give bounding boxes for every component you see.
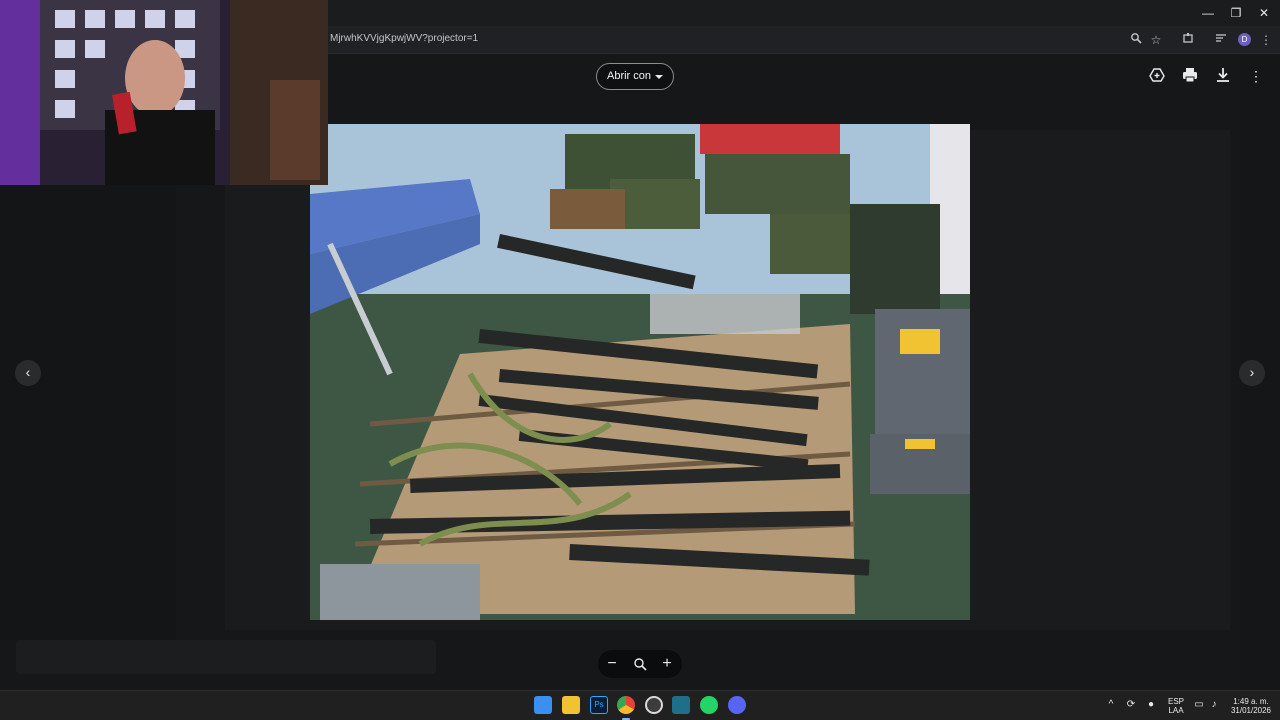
open-with-button[interactable]: Abrir con <box>596 63 674 90</box>
clock-date: 31/01/2026 <box>1230 706 1272 715</box>
zoom-out-button[interactable]: − <box>602 654 622 674</box>
photoshop-icon[interactable]: Ps <box>590 696 608 714</box>
webcam-overlay <box>0 0 328 185</box>
snackbar <box>16 640 436 674</box>
language-code: ESP <box>1167 697 1184 706</box>
discord-icon[interactable] <box>728 696 746 714</box>
zoom-controls: − + <box>598 650 682 678</box>
clock[interactable]: 1:49 a. m. 31/01/2026 <box>1224 697 1278 715</box>
print-icon[interactable] <box>1181 67 1199 85</box>
display-icon[interactable]: ▭ <box>1193 699 1205 711</box>
add-to-drive-icon[interactable] <box>1148 67 1166 85</box>
chrome-icon[interactable] <box>617 696 635 714</box>
volume-icon[interactable]: ♪ <box>1208 699 1220 711</box>
minimize-button[interactable]: — <box>1198 4 1218 22</box>
whatsapp-icon[interactable] <box>700 696 718 714</box>
app-icon[interactable] <box>672 696 690 714</box>
sync-icon[interactable]: ⟳ <box>1125 699 1137 711</box>
zoom-reset-button[interactable] <box>630 654 650 674</box>
open-with-label: Abrir con <box>607 70 652 82</box>
file-explorer-icon[interactable] <box>562 696 580 714</box>
star-icon[interactable]: ☆ <box>1148 32 1164 48</box>
previous-image-button[interactable]: ‹ <box>15 360 41 386</box>
zoom-in-button[interactable]: + <box>657 654 677 674</box>
taskbar: Ps ^ ⟳ ● ESP LAA ▭ ♪ 1:49 a. m. 31/01/20… <box>0 690 1280 720</box>
zoom-icon[interactable] <box>1128 32 1144 48</box>
start-icon[interactable] <box>534 696 552 714</box>
obs-icon[interactable] <box>645 696 663 714</box>
more-options-icon[interactable]: ⋮ <box>1247 67 1265 85</box>
language-indicator[interactable]: ESP LAA <box>1164 697 1188 715</box>
profile-icon[interactable]: D <box>1238 33 1251 46</box>
close-window-button[interactable]: ✕ <box>1254 4 1274 22</box>
clock-time: 1:49 a. m. <box>1233 697 1269 706</box>
url-text[interactable]: MjrwhKVVjgKpwjWV?projector=1 <box>330 33 478 44</box>
cast-icon[interactable] <box>1213 32 1229 48</box>
extensions-icon[interactable] <box>1180 32 1196 48</box>
next-image-button[interactable]: › <box>1239 360 1265 386</box>
image-preview <box>310 124 970 620</box>
menu-icon[interactable]: ⋮ <box>1258 32 1274 48</box>
microphone-icon[interactable]: ● <box>1145 699 1157 711</box>
language-region: LAA <box>1168 706 1184 715</box>
tray-overflow-icon[interactable]: ^ <box>1105 699 1117 711</box>
download-icon[interactable] <box>1214 67 1232 85</box>
caret-down-icon <box>655 75 663 79</box>
gmail-sidebar <box>0 180 176 640</box>
maximize-button[interactable]: ❐ <box>1226 4 1246 22</box>
